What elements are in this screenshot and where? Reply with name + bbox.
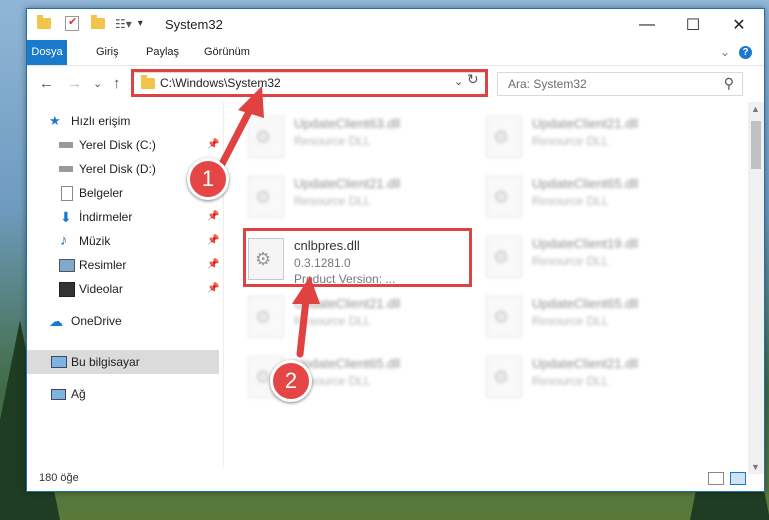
step-badge-2: 2 [270, 360, 312, 402]
arrow-1-shaft [218, 102, 256, 168]
arrow-2-head [292, 276, 320, 304]
annotation-arrows [218, 86, 320, 358]
step-badge-1: 1 [187, 158, 229, 200]
arrow-1-head [238, 86, 264, 118]
arrow-2-shaft [296, 296, 310, 358]
